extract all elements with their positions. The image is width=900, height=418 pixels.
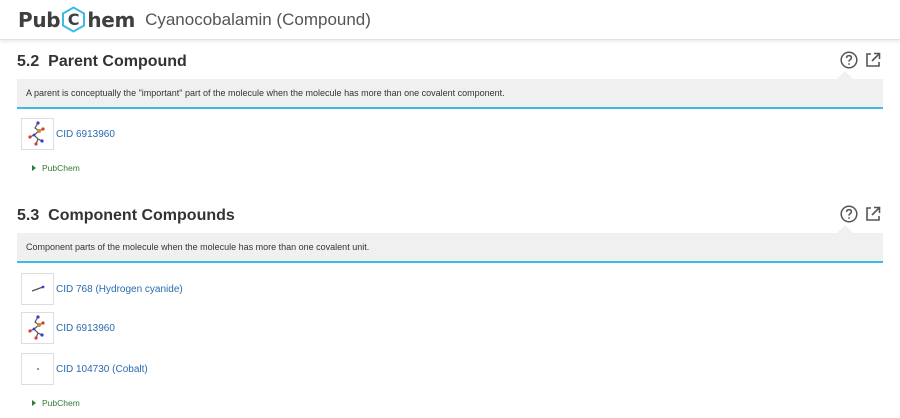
- section-description: Component parts of the molecule when the…: [17, 225, 883, 263]
- logo-text-left: Pub: [18, 7, 61, 32]
- help-circle-icon[interactable]: [840, 51, 858, 69]
- svg-text:C: C: [68, 10, 79, 29]
- section-heading: 5.2 Parent Compound: [17, 53, 187, 71]
- section-title: Parent Compound: [48, 53, 187, 70]
- source-toggle[interactable]: PubChem: [32, 398, 80, 408]
- external-link-icon[interactable]: [864, 51, 882, 69]
- compound-link[interactable]: CID 768 (Hydrogen cyanide): [56, 284, 183, 295]
- compound-link[interactable]: CID 6913960: [56, 129, 115, 140]
- section-heading: 5.3 Component Compounds: [17, 207, 235, 225]
- description-text: A parent is conceptually the "important"…: [26, 88, 505, 98]
- caret-right-icon: [32, 400, 36, 406]
- hydrogen-cyanide-structure-icon[interactable]: [21, 273, 54, 305]
- source-label: PubChem: [42, 398, 80, 408]
- section-parent-compound: 5.2 Parent Compound A parent is conceptu…: [0, 40, 900, 190]
- page-title: Cyanocobalamin (Compound): [145, 9, 371, 29]
- logo-hexagon-icon: C: [62, 6, 86, 33]
- compound-row: CID 6913960: [21, 312, 115, 344]
- description-notch: [837, 225, 853, 233]
- cobalt-structure-icon[interactable]: [21, 353, 54, 385]
- compound-link[interactable]: CID 6913960: [56, 323, 115, 334]
- logo-text-right: hem: [87, 7, 136, 32]
- pubchem-logo[interactable]: Pub C hem: [18, 6, 135, 33]
- section-title: Component Compounds: [48, 207, 235, 224]
- compound-row: CID 104730 (Cobalt): [21, 353, 148, 385]
- compound-row: CID 6913960: [21, 118, 115, 150]
- section-description: A parent is conceptually the "important"…: [17, 71, 883, 109]
- source-toggle[interactable]: PubChem: [32, 163, 80, 173]
- compound-link[interactable]: CID 104730 (Cobalt): [56, 364, 148, 375]
- help-circle-icon[interactable]: [840, 205, 858, 223]
- cobalamin-structure-icon[interactable]: [21, 118, 54, 150]
- cobalamin-structure-icon[interactable]: [21, 312, 54, 344]
- section-component-compounds: 5.3 Component Compounds Component parts …: [0, 194, 900, 418]
- caret-right-icon: [32, 165, 36, 171]
- description-text: Component parts of the molecule when the…: [26, 242, 370, 252]
- compound-row: CID 768 (Hydrogen cyanide): [21, 273, 183, 305]
- description-notch: [837, 71, 853, 79]
- source-label: PubChem: [42, 163, 80, 173]
- external-link-icon[interactable]: [864, 205, 882, 223]
- section-number: 5.3: [17, 207, 40, 224]
- page-header: Pub C hem Cyanocobalamin (Compound): [0, 0, 900, 40]
- section-number: 5.2: [17, 53, 40, 70]
